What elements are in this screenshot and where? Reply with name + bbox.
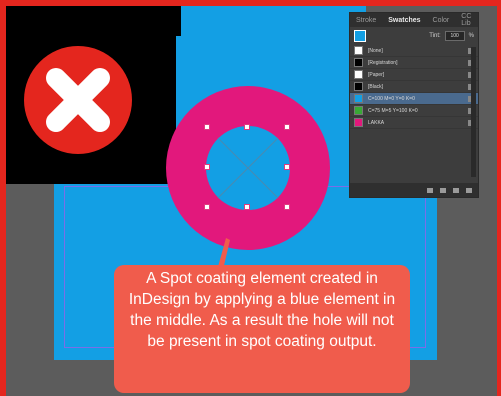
swatch-row[interactable]: [None] xyxy=(350,45,478,57)
swatch-chip xyxy=(354,58,363,67)
callout-text: A Spot coating element created in InDesi… xyxy=(128,270,396,350)
swatch-chip xyxy=(354,46,363,55)
swatch-row[interactable]: LAKKA xyxy=(350,117,478,129)
swatch-row[interactable]: C=100 M=0 Y=0 K=0 xyxy=(350,93,478,105)
tab-stroke[interactable]: Stroke xyxy=(350,17,382,24)
selection-handle[interactable] xyxy=(244,204,250,210)
new-folder-icon[interactable] xyxy=(440,187,446,193)
swatch-name: C=75 M=5 Y=100 K=0 xyxy=(368,107,418,114)
selection-handle[interactable] xyxy=(204,164,210,170)
swatch-chip xyxy=(354,118,363,127)
swatch-chip xyxy=(354,82,363,91)
tint-label: Tint: xyxy=(429,33,441,39)
swatch-name: LAKKA xyxy=(368,119,385,126)
panel-footer xyxy=(350,183,478,197)
frame-cross-lines xyxy=(217,137,279,199)
tint-unit: % xyxy=(468,33,474,39)
badge-background-strip xyxy=(6,6,181,36)
swatch-name: C=100 M=0 Y=0 K=0 xyxy=(368,95,415,102)
swatch-row[interactable]: [Registration] xyxy=(350,57,478,69)
x-mark-icon xyxy=(24,46,132,154)
indesign-canvas: Stroke Swatches Color CC Lib Tint: 100 %… xyxy=(6,6,497,396)
tab-color[interactable]: Color xyxy=(427,17,456,24)
fill-stroke-icon[interactable] xyxy=(354,30,366,42)
selection-handle[interactable] xyxy=(284,204,290,210)
swatch-name: [Paper] xyxy=(368,71,385,78)
tint-input[interactable]: 100 xyxy=(444,31,465,41)
swatch-view-icon[interactable] xyxy=(427,187,433,193)
trash-icon[interactable] xyxy=(466,187,472,193)
swatch-row[interactable]: [Black] xyxy=(350,81,478,93)
new-swatch-icon[interactable] xyxy=(453,187,459,193)
swatch-chip xyxy=(354,106,363,115)
swatch-name: [Black] xyxy=(368,83,384,90)
panel-toolbar: Tint: 100 % xyxy=(350,27,478,45)
selection-handle[interactable] xyxy=(204,124,210,130)
callout-box: A Spot coating element created in InDesi… xyxy=(114,265,410,393)
swatch-chip xyxy=(354,70,363,79)
selection-handle[interactable] xyxy=(204,204,210,210)
tab-cc-libraries[interactable]: CC Lib xyxy=(455,13,478,27)
panel-tabs: Stroke Swatches Color CC Lib xyxy=(350,13,478,27)
selection-handle[interactable] xyxy=(244,124,250,130)
swatches-panel: Stroke Swatches Color CC Lib Tint: 100 %… xyxy=(349,12,479,198)
swatch-chip xyxy=(354,94,363,103)
swatch-name: [None] xyxy=(368,47,383,54)
swatch-list: [None] [Registration] [Paper] [Black] C=100 … xyxy=(350,45,478,129)
selection-handle[interactable] xyxy=(284,164,290,170)
selection-handle[interactable] xyxy=(284,124,290,130)
panel-scrollbar[interactable] xyxy=(471,47,476,177)
swatch-name: [Registration] xyxy=(368,59,398,66)
swatch-row[interactable]: [Paper] xyxy=(350,69,478,81)
swatch-row[interactable]: C=75 M=5 Y=100 K=0 xyxy=(350,105,478,117)
tab-swatches[interactable]: Swatches xyxy=(382,17,426,24)
